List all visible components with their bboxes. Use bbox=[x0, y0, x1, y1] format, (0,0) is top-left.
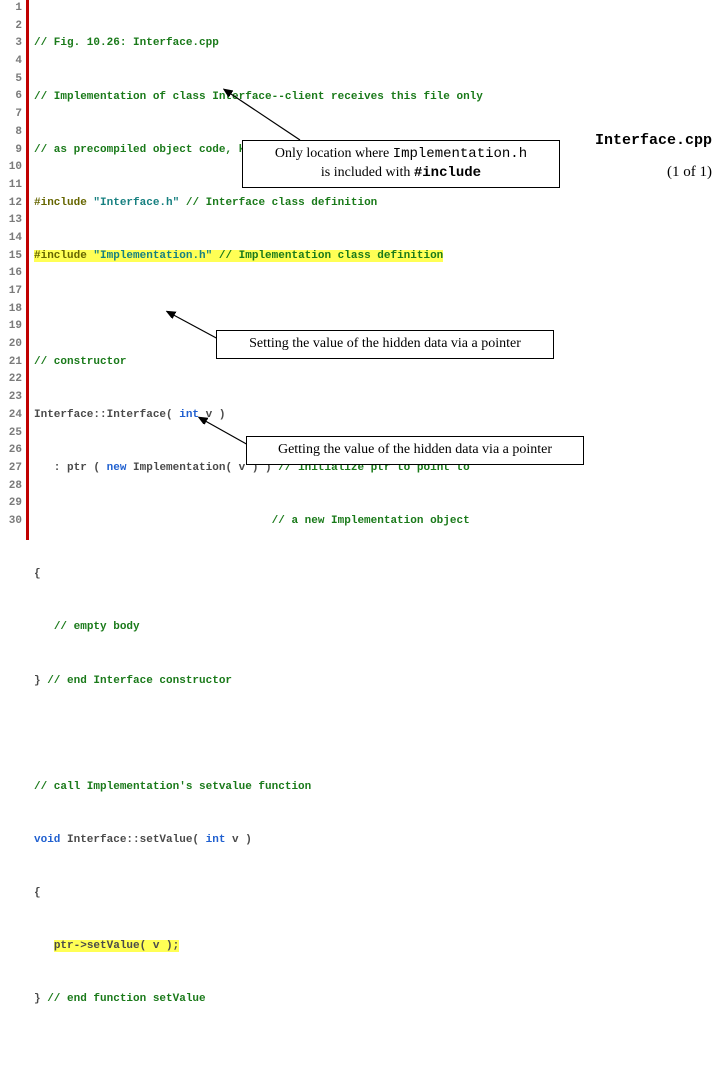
callout-setvalue: Setting the value of the hidden data via… bbox=[216, 330, 554, 359]
callout-getvalue: Getting the value of the hidden data via… bbox=[246, 436, 584, 465]
